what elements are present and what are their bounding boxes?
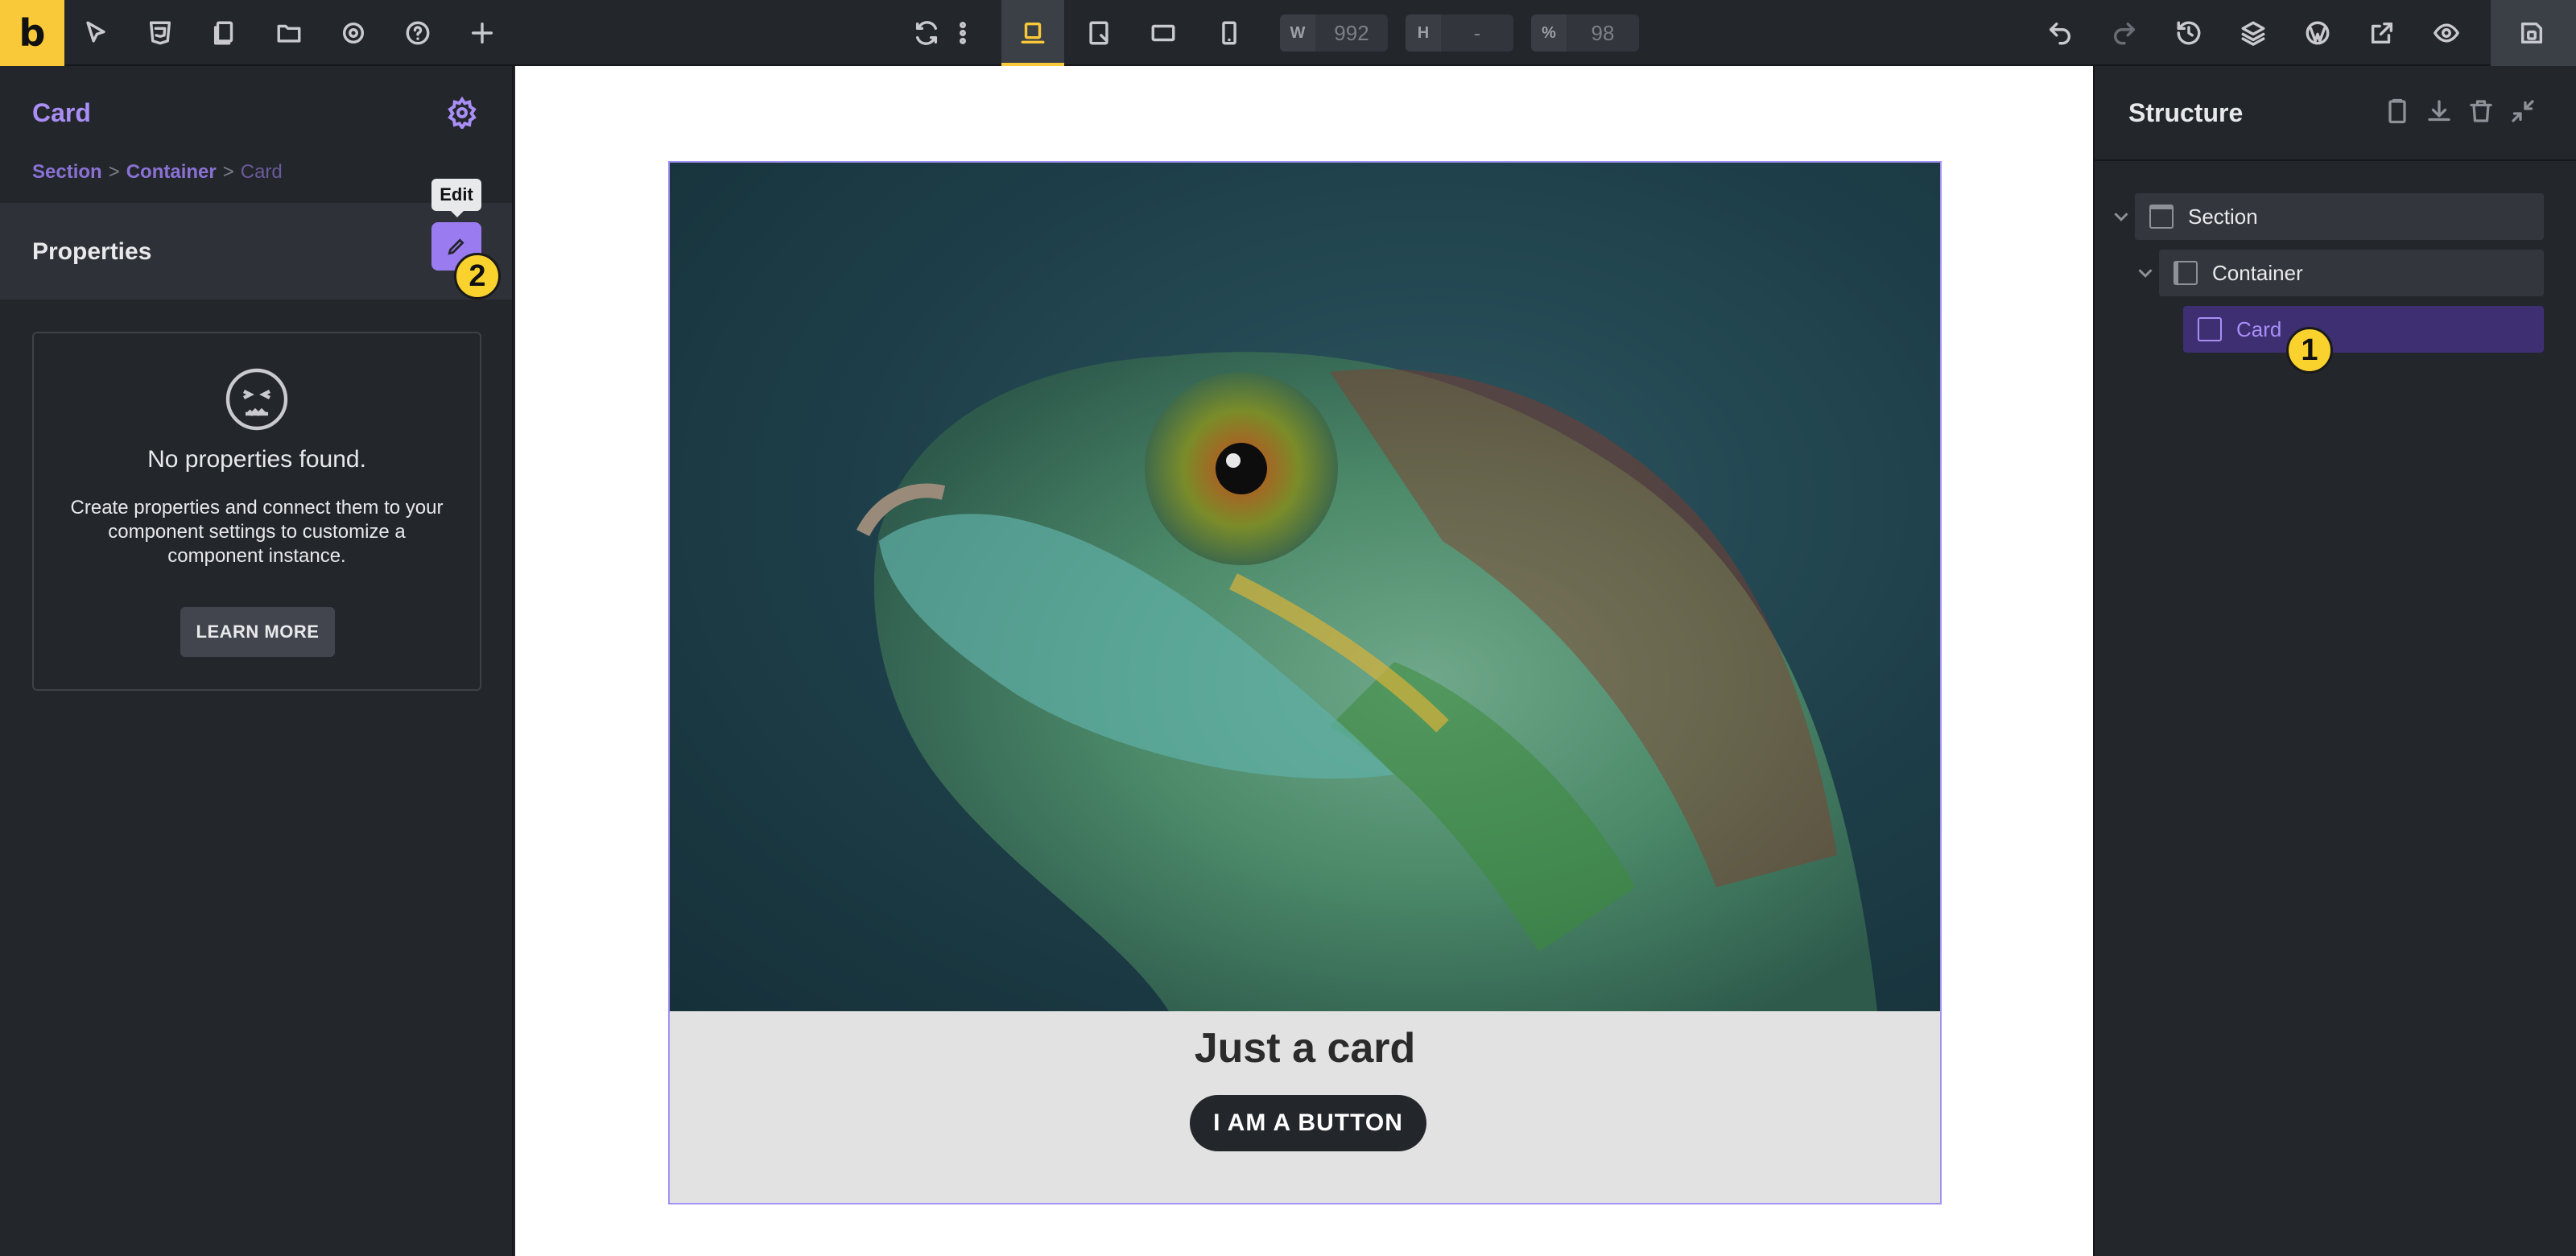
height-field[interactable]: H - <box>1406 14 1513 52</box>
breadcrumb: Section > Container > Card <box>32 161 283 184</box>
help-icon[interactable] <box>396 11 440 55</box>
tree-item-container[interactable]: Container <box>2159 250 2544 296</box>
edit-tooltip: Edit <box>431 179 481 217</box>
width-label: W <box>1280 14 1315 52</box>
zoom-label: % <box>1531 14 1567 52</box>
card-button[interactable]: I AM A BUTTON <box>1190 1095 1426 1151</box>
width-field[interactable]: W 992 <box>1280 14 1388 52</box>
breadcrumb-container[interactable]: Container <box>126 161 217 183</box>
divider <box>2095 159 2576 161</box>
breadcrumb-separator: > <box>108 161 120 183</box>
cursor-icon[interactable] <box>74 11 118 55</box>
save-icon[interactable] <box>2510 11 2553 55</box>
undo-icon[interactable] <box>2038 11 2082 55</box>
trash-icon[interactable] <box>2467 97 2497 127</box>
css3-icon[interactable] <box>138 11 182 55</box>
collapse-icon[interactable] <box>2508 97 2539 127</box>
tree-item-card[interactable]: Card <box>2183 306 2544 353</box>
left-panel: Card Section > Container > Card Properties E… <box>0 66 514 1256</box>
canvas: Just a card I AM A BUTTON <box>515 66 2093 1256</box>
folder-icon[interactable] <box>267 11 311 55</box>
more-icon[interactable] <box>955 11 971 55</box>
panel-title: Card <box>32 98 91 127</box>
tablet-landscape-icon[interactable] <box>1077 11 1121 55</box>
external-link-icon[interactable] <box>2360 11 2404 55</box>
toolbar: b W 992 H - % 98 <box>0 0 2576 66</box>
height-value[interactable]: - <box>1441 21 1513 46</box>
step-badge-2: 2 <box>454 253 501 300</box>
card-title: Just a card <box>1194 1025 1416 1072</box>
card[interactable]: Just a card I AM A BUTTON <box>668 161 1942 1204</box>
empty-title: No properties found. <box>147 446 366 473</box>
wordpress-icon[interactable] <box>2296 11 2339 55</box>
zoom-value[interactable]: 98 <box>1567 21 1639 46</box>
chevron-down-icon[interactable] <box>2133 261 2157 285</box>
tree-item-label: Container <box>2212 260 2303 285</box>
properties-title: Properties <box>32 238 152 265</box>
tree-item-section[interactable]: Section <box>2135 193 2544 240</box>
breadcrumb-card: Card <box>240 161 283 183</box>
structure-panel: Structure Section Container Card 1 <box>2093 66 2576 1256</box>
chevron-down-icon[interactable] <box>2109 205 2133 229</box>
history-icon[interactable] <box>2167 11 2211 55</box>
container-icon <box>2174 261 2198 285</box>
builder-logo[interactable]: b <box>0 0 64 66</box>
breadcrumb-section[interactable]: Section <box>32 161 102 183</box>
sad-face-icon <box>225 367 289 432</box>
pencil-icon <box>448 238 464 255</box>
download-icon[interactable] <box>2425 97 2455 127</box>
section-icon <box>2149 205 2174 229</box>
settings-icon[interactable] <box>332 11 375 55</box>
step-badge-1: 1 <box>2286 327 2333 374</box>
width-value[interactable]: 992 <box>1315 21 1388 46</box>
tree-item-label: Card <box>2236 316 2282 341</box>
empty-state: No properties found. Create properties a… <box>32 332 481 691</box>
structure-actions <box>2383 97 2539 127</box>
empty-description: Create properties and connect them to yo… <box>70 497 444 567</box>
tree-item-label: Section <box>2188 204 2258 229</box>
preview-eye-icon[interactable] <box>2425 11 2468 55</box>
refresh-icon[interactable] <box>905 11 948 55</box>
structure-title: Structure <box>2128 98 2244 127</box>
height-label: H <box>1406 14 1441 52</box>
mobile-icon[interactable] <box>1208 11 1251 55</box>
chameleon-image <box>670 163 1940 1011</box>
layers-icon[interactable] <box>2231 11 2275 55</box>
clipboard-icon[interactable] <box>2383 97 2413 127</box>
gear-icon[interactable] <box>446 96 478 130</box>
breadcrumb-separator: > <box>222 161 234 183</box>
redo-icon[interactable] <box>2103 11 2146 55</box>
learn-more-button[interactable]: LEARN MORE <box>180 607 335 657</box>
add-icon[interactable] <box>460 11 504 55</box>
card-icon <box>2198 317 2222 341</box>
chameleon-illustration <box>856 352 1877 1011</box>
pages-icon[interactable] <box>203 11 246 55</box>
tablet-portrait-icon[interactable] <box>1141 11 1185 55</box>
zoom-field[interactable]: % 98 <box>1531 14 1639 52</box>
desktop-breakpoint-icon[interactable] <box>1011 11 1055 55</box>
